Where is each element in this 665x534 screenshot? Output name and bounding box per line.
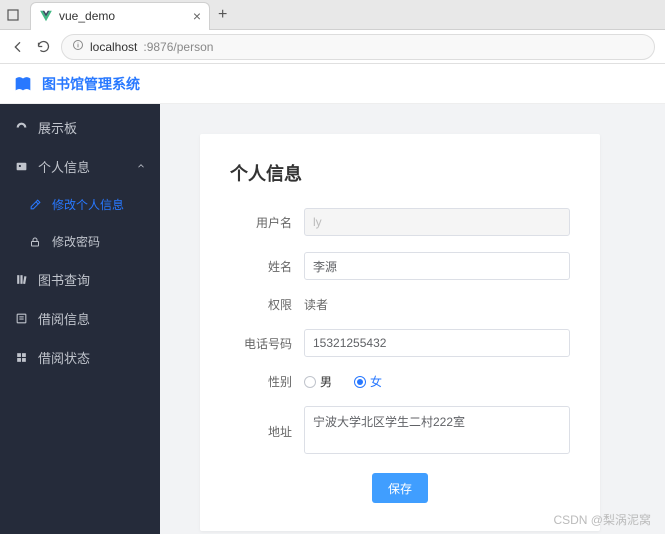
chevron-up-icon	[136, 159, 146, 174]
site-info-icon[interactable]	[72, 39, 84, 54]
url-input[interactable]: localhost :9876/person	[61, 34, 655, 60]
close-tab-button[interactable]: ×	[193, 8, 201, 24]
browser-tab[interactable]: vue_demo ×	[30, 2, 210, 30]
books-icon	[14, 273, 28, 286]
sidebar: 展示板 个人信息 修改个人信息 修改密码 图书查询 借阅信息 借阅状态	[0, 104, 160, 534]
browser-tab-bar: vue_demo × +	[0, 0, 665, 30]
save-button[interactable]: 保存	[372, 473, 428, 503]
refresh-button[interactable]	[36, 39, 51, 54]
gender-radio-male[interactable]: 男	[304, 373, 332, 390]
sidebar-item-label: 图书查询	[38, 270, 90, 289]
url-path: :9876/person	[143, 40, 213, 54]
grid-icon	[14, 351, 28, 364]
label-address: 地址	[230, 423, 292, 440]
new-tab-button[interactable]: +	[218, 6, 227, 24]
label-role: 权限	[230, 296, 292, 313]
sidebar-item-book-search[interactable]: 图书查询	[0, 260, 160, 299]
role-value: 读者	[304, 298, 328, 312]
sidebar-item-profile[interactable]: 个人信息	[0, 147, 160, 186]
url-host: localhost	[90, 40, 137, 54]
sidebar-item-edit-profile[interactable]: 修改个人信息	[0, 186, 160, 223]
card-title: 个人信息	[230, 160, 570, 186]
gender-radio-group: 男 女	[304, 373, 570, 390]
sidebar-item-borrow-info[interactable]: 借阅信息	[0, 299, 160, 338]
app-header: 图书馆管理系统	[0, 64, 665, 104]
sidebar-item-dashboard[interactable]: 展示板	[0, 108, 160, 147]
tab-title: vue_demo	[59, 9, 193, 23]
label-name: 姓名	[230, 258, 292, 275]
sidebar-item-borrow-status[interactable]: 借阅状态	[0, 338, 160, 377]
label-phone: 电话号码	[230, 335, 292, 352]
username-input	[304, 208, 570, 236]
dashboard-icon	[14, 121, 28, 134]
name-input[interactable]	[304, 252, 570, 280]
list-icon	[14, 312, 28, 325]
profile-card: 个人信息 用户名 姓名 权限 读者 电话号码 性别	[200, 134, 600, 531]
address-bar: localhost :9876/person	[0, 30, 665, 64]
sidebar-item-label: 个人信息	[38, 157, 90, 176]
gender-radio-female[interactable]: 女	[354, 373, 382, 390]
vue-favicon-icon	[39, 9, 53, 23]
sidebar-item-label: 借阅信息	[38, 309, 90, 328]
id-card-icon	[14, 160, 28, 173]
sidebar-item-label: 展示板	[38, 118, 77, 137]
label-username: 用户名	[230, 214, 292, 231]
address-textarea[interactable]	[304, 406, 570, 454]
watermark: CSDN @梨涡泥窝	[553, 511, 651, 528]
sidebar-item-label: 修改个人信息	[52, 196, 124, 213]
window-tabs-icon	[0, 9, 26, 21]
label-gender: 性别	[230, 373, 292, 390]
sidebar-item-label: 借阅状态	[38, 348, 90, 367]
edit-icon	[28, 198, 42, 211]
back-button[interactable]	[10, 39, 26, 55]
sidebar-item-label: 修改密码	[52, 233, 100, 250]
sidebar-item-change-password[interactable]: 修改密码	[0, 223, 160, 260]
app-title: 图书馆管理系统	[42, 74, 140, 94]
lock-icon	[28, 236, 42, 248]
app-logo-icon	[12, 73, 34, 95]
main-content: 个人信息 用户名 姓名 权限 读者 电话号码 性别	[160, 104, 665, 534]
phone-input[interactable]	[304, 329, 570, 357]
